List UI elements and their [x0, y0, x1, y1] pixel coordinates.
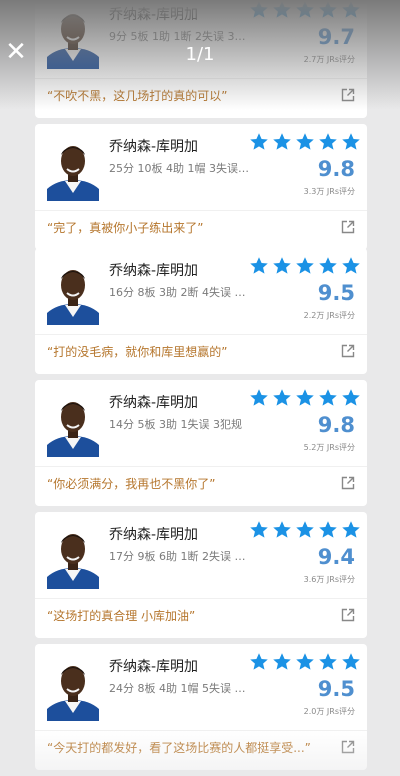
star-icon — [250, 389, 268, 406]
player-avatar — [47, 402, 99, 457]
star-icon — [273, 521, 291, 538]
top-comment: “完了，真被你小子练出来了” — [47, 221, 204, 235]
star-icon — [342, 389, 360, 406]
star-icon — [296, 521, 314, 538]
star-rating — [249, 652, 361, 672]
star-icon — [273, 257, 291, 274]
star-icon — [296, 1, 314, 18]
star-rating — [249, 520, 361, 540]
player-avatar — [47, 534, 99, 589]
star-icon — [342, 133, 360, 150]
star-rating — [249, 388, 361, 408]
star-icon — [342, 257, 360, 274]
rating-count: 5.2万 JRs评分 — [303, 443, 355, 452]
star-icon — [342, 1, 360, 18]
rating-score: 9.5 — [317, 281, 355, 305]
star-icon — [319, 389, 337, 406]
share-icon[interactable] — [341, 476, 355, 490]
rating-count: 2.0万 JRs评分 — [303, 707, 355, 716]
star-icon — [319, 653, 337, 670]
player-name: 乔纳森-库明加 — [109, 263, 199, 279]
player-name: 乔纳森-库明加 — [109, 139, 199, 155]
star-icon — [296, 133, 314, 150]
rating-card[interactable]: 乔纳森-库明加 16分 8板 3助 2断 4失误 3犯规 9.5 2.2万 JR… — [35, 248, 367, 374]
star-icon — [319, 257, 337, 274]
divider — [35, 334, 367, 335]
share-icon[interactable] — [341, 88, 355, 102]
player-name: 乔纳森-库明加 — [109, 659, 199, 675]
star-icon — [250, 133, 268, 150]
top-comment: “这场打的真合理 小库加油” — [47, 609, 196, 623]
star-icon — [273, 389, 291, 406]
top-comment: “打的没毛病，就你和库里想赢的” — [47, 345, 228, 359]
rating-card[interactable]: 乔纳森-库明加 24分 8板 4助 1帽 5失误 2犯规 9.5 2.0万 JR… — [35, 644, 367, 770]
star-rating — [249, 256, 361, 276]
star-rating — [249, 0, 361, 20]
stat-line: 17分 9板 6助 1断 2失误 3犯规 — [109, 550, 249, 563]
share-icon[interactable] — [341, 344, 355, 358]
rating-count: 3.6万 JRs评分 — [303, 575, 355, 584]
star-icon — [319, 133, 337, 150]
star-rating — [249, 132, 361, 152]
share-icon[interactable] — [341, 220, 355, 234]
share-icon[interactable] — [341, 608, 355, 622]
star-icon — [319, 1, 337, 18]
top-comment: “不吹不黑，这几场打的真的可以” — [47, 89, 228, 103]
star-icon — [250, 1, 268, 18]
stat-line: 16分 8板 3助 2断 4失误 3犯规 — [109, 286, 249, 299]
player-name: 乔纳森-库明加 — [109, 527, 199, 543]
rating-count: 3.3万 JRs评分 — [303, 187, 355, 196]
divider — [35, 210, 367, 211]
stat-line: 25分 10板 4助 1帽 3失误 2... — [109, 162, 249, 175]
star-icon — [296, 257, 314, 274]
rating-score: 9.4 — [317, 545, 355, 569]
player-avatar — [47, 146, 99, 201]
player-avatar — [47, 270, 99, 325]
stat-line: 9分 5板 1助 1断 2失误 3犯规 — [109, 30, 249, 43]
divider — [35, 78, 367, 79]
top-comment: “你必须满分，我再也不黑你了” — [47, 477, 216, 491]
star-icon — [250, 521, 268, 538]
rating-score: 9.8 — [317, 157, 355, 181]
rating-card[interactable]: 乔纳森-库明加 17分 9板 6助 1断 2失误 3犯规 9.4 3.6万 JR… — [35, 512, 367, 638]
star-icon — [319, 521, 337, 538]
rating-count: 2.2万 JRs评分 — [303, 311, 355, 320]
star-icon — [250, 257, 268, 274]
stat-line: 14分 5板 3助 1失误 3犯规 — [109, 418, 242, 431]
rating-score: 9.5 — [317, 677, 355, 701]
divider — [35, 466, 367, 467]
share-icon[interactable] — [341, 740, 355, 754]
rating-card-list: 乔纳森-库明加 9分 5板 1助 1断 2失误 3犯规 9.7 2.7万 JRs… — [0, 0, 400, 776]
star-icon — [342, 653, 360, 670]
star-icon — [342, 521, 360, 538]
star-icon — [296, 389, 314, 406]
divider — [35, 730, 367, 731]
star-icon — [296, 653, 314, 670]
stat-line: 24分 8板 4助 1帽 5失误 2犯规 — [109, 682, 249, 695]
rating-card[interactable]: 乔纳森-库明加 25分 10板 4助 1帽 3失误 2... 9.8 3.3万 … — [35, 124, 367, 250]
star-icon — [273, 1, 291, 18]
star-icon — [273, 133, 291, 150]
rating-score: 9.8 — [317, 413, 355, 437]
player-name: 乔纳森-库明加 — [109, 7, 199, 23]
player-avatar — [47, 666, 99, 721]
star-icon — [273, 653, 291, 670]
star-icon — [250, 653, 268, 670]
image-counter: 1/1 — [185, 44, 215, 65]
top-comment: “今天打的都发好，看了这场比赛的人都挺享受...” — [47, 741, 311, 755]
rating-card[interactable]: 乔纳森-库明加 14分 5板 3助 1失误 3犯规 9.8 5.2万 JRs评分… — [35, 380, 367, 506]
player-name: 乔纳森-库明加 — [109, 395, 199, 411]
divider — [35, 598, 367, 599]
